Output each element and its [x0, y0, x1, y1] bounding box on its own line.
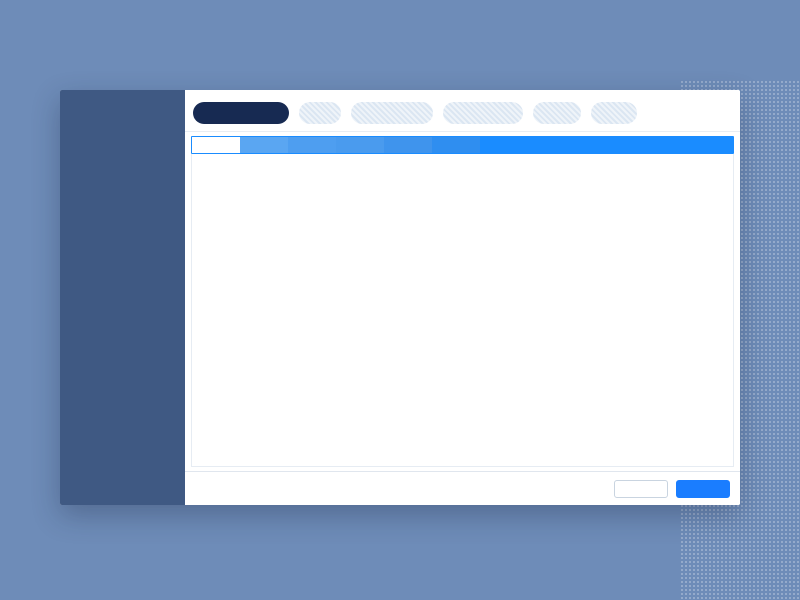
primary-button[interactable]: [676, 480, 730, 498]
nav-pill-2[interactable]: [299, 102, 341, 124]
app-window: [60, 90, 740, 505]
secondary-nav-strip: [191, 136, 734, 154]
content-area: [191, 154, 734, 467]
subtab-3[interactable]: [288, 137, 336, 153]
nav-pill-4[interactable]: [443, 102, 523, 124]
subtab-6[interactable]: [432, 137, 480, 153]
subtab-2[interactable]: [240, 137, 288, 153]
nav-pill-3[interactable]: [351, 102, 433, 124]
primary-nav: [185, 90, 740, 132]
nav-pill-6[interactable]: [591, 102, 637, 124]
main-panel: [185, 90, 740, 505]
subtab-7[interactable]: [480, 137, 733, 153]
nav-pill-1[interactable]: [193, 102, 289, 124]
subtab-4[interactable]: [336, 137, 384, 153]
secondary-button[interactable]: [614, 480, 668, 498]
sidebar: [60, 90, 185, 505]
subtab-1[interactable]: [192, 137, 240, 153]
footer-bar: [185, 471, 740, 505]
nav-pill-5[interactable]: [533, 102, 581, 124]
secondary-nav: [185, 132, 740, 154]
subtab-5[interactable]: [384, 137, 432, 153]
